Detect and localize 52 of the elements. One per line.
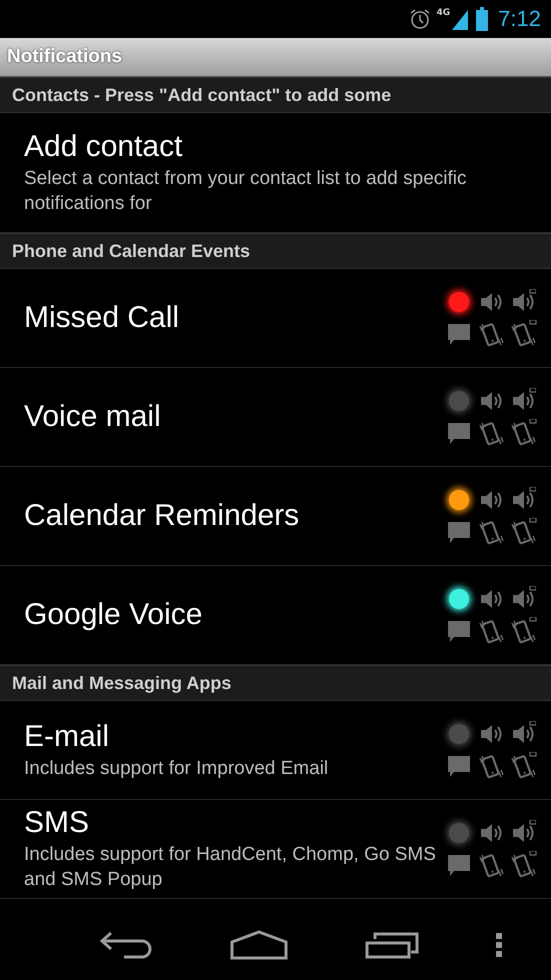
item-title: Voice mail	[24, 400, 162, 434]
vibrating-phone-icon[interactable]	[477, 752, 505, 780]
notification-item[interactable]: Calendar Reminders	[0, 467, 551, 566]
vibrating-phone-icon[interactable]	[477, 419, 505, 447]
notification-item[interactable]: SMS Includes support for HandCent, Chomp, Go SMS and SMS Popup	[0, 800, 551, 899]
section-title: Phone and Calendar Events	[12, 240, 250, 262]
vibrating-phone-icon[interactable]	[477, 617, 505, 645]
vibrating-phone-with-indicator-icon[interactable]	[509, 419, 537, 447]
section-title: Contacts - Press "Add contact" to add some	[12, 84, 392, 106]
item-title: Google Voice	[24, 598, 204, 632]
status-time: 7:12	[498, 6, 541, 32]
led-color-icon[interactable]	[449, 490, 469, 510]
section-title: Mail and Messaging Apps	[12, 672, 232, 694]
alarm-clock-icon	[408, 8, 431, 30]
signal-icon	[450, 8, 470, 30]
item-description: Includes support for HandCent, Chomp, Go SMS and SMS Popup	[24, 843, 437, 892]
item-title: Missed Call	[24, 301, 180, 335]
led-color-icon[interactable]	[449, 589, 469, 609]
item-title: Add contact	[24, 130, 184, 164]
more-options-icon[interactable]	[496, 933, 502, 957]
message-icon[interactable]	[446, 321, 472, 347]
led-color-icon[interactable]	[449, 823, 469, 843]
notification-item[interactable]: Voice mail	[0, 368, 551, 467]
vibrating-phone-with-indicator-icon[interactable]	[509, 518, 537, 546]
vibrating-phone-with-indicator-icon[interactable]	[509, 320, 537, 348]
message-icon[interactable]	[446, 753, 472, 779]
back-icon[interactable]	[98, 930, 153, 960]
message-icon[interactable]	[446, 852, 472, 878]
vibrating-phone-icon[interactable]	[477, 851, 505, 879]
vibrating-phone-icon[interactable]	[477, 518, 505, 546]
message-icon[interactable]	[446, 519, 472, 545]
vibrating-phone-icon[interactable]	[477, 320, 505, 348]
vibrating-phone-with-indicator-icon[interactable]	[509, 851, 537, 879]
message-icon[interactable]	[446, 420, 472, 446]
item-title: SMS	[24, 806, 90, 840]
item-title: E-mail	[24, 720, 110, 754]
notification-item[interactable]: E-mail Includes support for Improved Email	[0, 701, 551, 800]
battery-icon	[476, 7, 488, 31]
item-title: Calendar Reminders	[24, 499, 300, 533]
led-color-icon[interactable]	[449, 391, 469, 411]
led-color-icon[interactable]	[449, 724, 469, 744]
recent-apps-icon[interactable]	[365, 931, 420, 959]
screen-title: Notifications	[7, 46, 122, 68]
item-description: Includes support for Improved Email	[24, 756, 330, 780]
vibrating-phone-with-indicator-icon[interactable]	[509, 617, 537, 645]
led-color-icon[interactable]	[449, 292, 469, 312]
vibrating-phone-with-indicator-icon[interactable]	[509, 752, 537, 780]
network-type-label: 4G	[436, 8, 450, 18]
home-icon[interactable]	[230, 930, 288, 960]
message-icon[interactable]	[446, 618, 472, 644]
item-description: Select a contact from your contact list to add specific notifications for	[24, 166, 468, 216]
notification-item[interactable]: Missed Call	[0, 269, 551, 368]
